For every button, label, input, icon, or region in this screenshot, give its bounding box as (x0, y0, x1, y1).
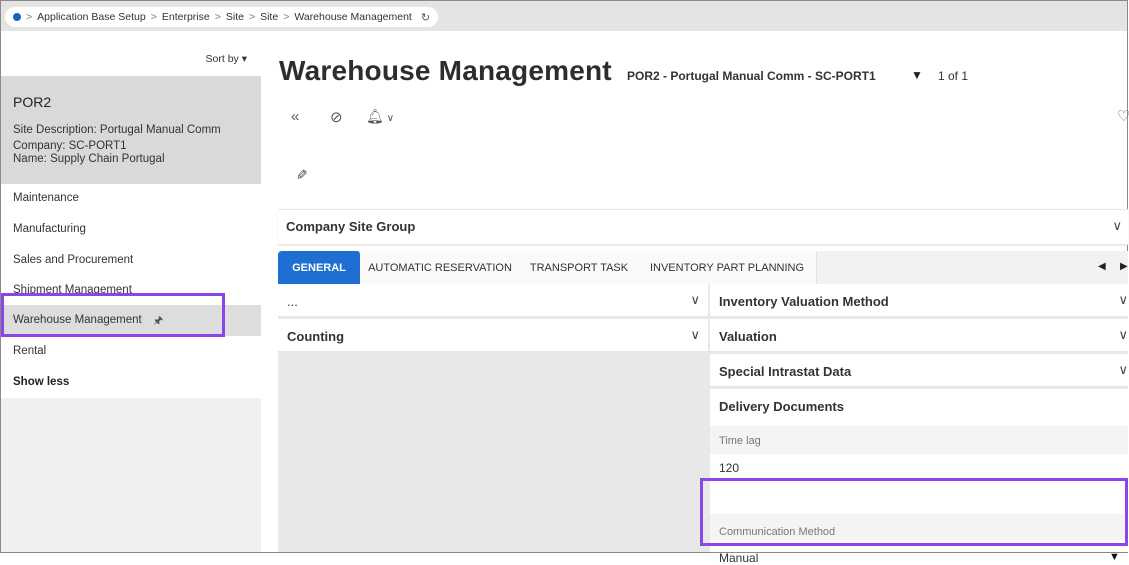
tab-transport-task[interactable]: TRANSPORT TASK (520, 251, 639, 284)
group-label: Inventory Valuation Method (719, 294, 889, 309)
chevron-down-icon: ∨ (386, 113, 395, 124)
favorite-heart-icon[interactable]: ♡ (1117, 107, 1129, 125)
group-inventory-valuation-method[interactable]: Inventory Valuation Method ∨ (710, 284, 1128, 317)
chevron-down-icon: ∨ (1112, 218, 1122, 233)
tab-automatic-reservation[interactable]: AUTOMATIC RESERVATION (360, 251, 521, 284)
tab-scroll-right-icon[interactable]: ▶ (1120, 261, 1128, 272)
tab-scroll-left-icon[interactable]: ◀ (1098, 261, 1106, 272)
home-dot-icon[interactable] (13, 13, 21, 21)
chevron-down-icon: ∨ (1118, 292, 1128, 307)
chevron-down-icon: ∨ (690, 292, 700, 307)
group-valuation[interactable]: Valuation ∨ (710, 319, 1128, 352)
main-content: Warehouse Management POR2 - Portugal Man… (262, 31, 1129, 565)
group-counting[interactable]: Counting ∨ (278, 319, 708, 352)
sort-by-label: Sort by (205, 53, 239, 65)
breadcrumb-separator: > (150, 11, 157, 23)
sidebar-item-sales-procurement[interactable]: Sales and Procurement (13, 254, 133, 266)
group-label: ... (287, 294, 298, 309)
attachment-icon[interactable]: ⊘ (330, 108, 343, 126)
group-ellipsis[interactable]: ... ∨ (278, 284, 708, 317)
record-dropdown-icon[interactable]: ▼ (911, 68, 923, 82)
record-card[interactable]: POR2 Site Description: Portugal Manual C… (1, 76, 261, 184)
breadcrumb-separator: > (283, 11, 290, 23)
breadcrumb-item-site-2[interactable]: Site (260, 11, 278, 23)
time-lag-value: 120 (719, 461, 740, 475)
breadcrumb-item-enterprise[interactable]: Enterprise (162, 11, 210, 23)
group-special-intrastat-data[interactable]: Special Intrastat Data ∨ (710, 354, 1128, 387)
sidebar-item-maintenance[interactable]: Maintenance (13, 192, 79, 204)
bell-icon[interactable]: 🔔︎ ∨ (366, 108, 394, 125)
breadcrumb-separator: > (26, 11, 33, 23)
time-lag-label: Time lag (719, 435, 761, 447)
dropdown-caret-icon: ▼ (1109, 551, 1120, 563)
highlight-box-communication-method (700, 478, 1128, 546)
breadcrumb-item-site[interactable]: Site (226, 11, 244, 23)
edit-pencil-icon[interactable]: ✎ (292, 169, 309, 181)
breadcrumb: > Application Base Setup > Enterprise > … (5, 7, 439, 27)
communication-method-value: Manual (719, 551, 759, 565)
show-less-link[interactable]: Show less (13, 376, 69, 388)
group-label: Valuation (719, 329, 777, 344)
time-lag-label-row (710, 426, 1128, 454)
chevron-down-icon: ∨ (1118, 327, 1128, 342)
group-label: Delivery Documents (719, 399, 844, 414)
record-counter: 1 of 1 (938, 69, 969, 83)
record-selector[interactable]: POR2 - Portugal Manual Comm - SC-PORT1 (627, 69, 876, 83)
collapse-left-icon[interactable]: « (291, 108, 299, 125)
group-label: Counting (287, 329, 345, 344)
breadcrumb-separator: > (248, 11, 256, 23)
record-site-description: Site Description: Portugal Manual Comm (13, 124, 221, 136)
chevron-down-icon: ∨ (690, 327, 700, 342)
sidebar-item-manufacturing[interactable]: Manufacturing (13, 223, 86, 235)
tab-inventory-part-planning[interactable]: INVENTORY PART PLANNING (638, 251, 817, 284)
caret-down-icon: ▾ (241, 53, 247, 65)
breadcrumb-separator: > (214, 11, 221, 23)
record-title: POR2 (13, 94, 52, 110)
tab-general[interactable]: GENERAL (278, 251, 361, 284)
breadcrumb-bar: > Application Base Setup > Enterprise > … (1, 1, 1127, 31)
group-delivery-documents: Delivery Documents (710, 389, 1128, 426)
sort-row: Sort by ▾ (1, 31, 261, 76)
record-company: Company: SC-PORT1 (13, 140, 127, 152)
sidebar-item-rental[interactable]: Rental (13, 345, 46, 357)
chevron-down-icon: ∨ (1118, 362, 1128, 377)
record-name: Name: Supply Chain Portugal (13, 153, 165, 165)
company-site-group-label: Company Site Group (286, 219, 416, 234)
sort-by-button[interactable]: Sort by ▾ (206, 53, 247, 65)
refresh-icon[interactable]: ↻ (421, 11, 430, 24)
page-title: Warehouse Management (279, 55, 612, 86)
breadcrumb-item-warehouse-management: Warehouse Management (294, 11, 412, 23)
breadcrumb-item-application-base-setup[interactable]: Application Base Setup (37, 11, 146, 23)
company-site-group-header[interactable]: Company Site Group ∨ (278, 209, 1128, 245)
highlight-box-sidebar (1, 293, 225, 337)
tab-bar: GENERAL AUTOMATIC RESERVATION TRANSPORT … (278, 251, 1128, 284)
sidebar-nav: Maintenance Manufacturing Sales and Proc… (1, 184, 261, 398)
left-panel: Sort by ▾ POR2 Site Description: Portuga… (1, 31, 261, 552)
group-label: Special Intrastat Data (719, 364, 852, 379)
